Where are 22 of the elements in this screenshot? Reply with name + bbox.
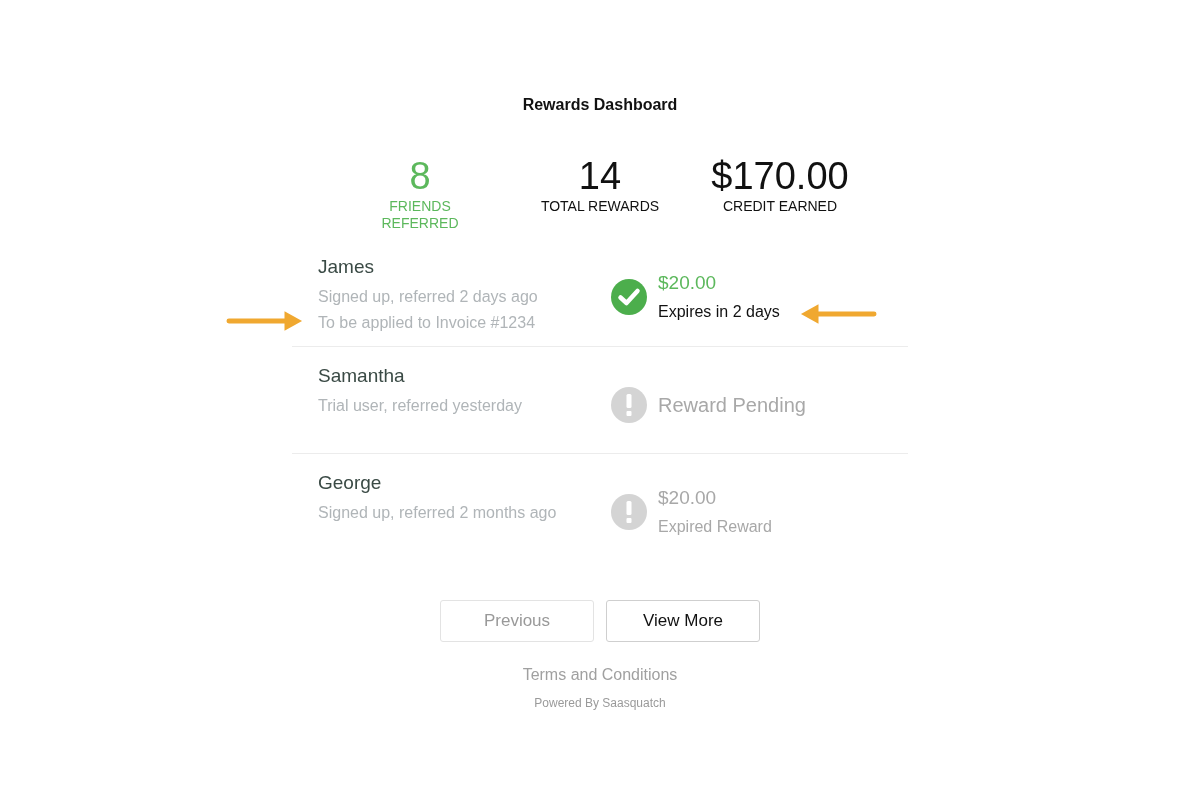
reward-amount: $20.00 [658, 486, 718, 510]
view-more-button[interactable]: View More [606, 600, 760, 642]
reward-amount: $20.00 [658, 271, 718, 295]
reward-status: Reward Pending [658, 393, 806, 418]
powered-by-text: Powered By Saasquatch [534, 696, 666, 710]
reward-status: Expires in 2 days [658, 302, 780, 322]
stat-value: 14 [578, 154, 622, 198]
referral-name: Samantha [318, 367, 406, 385]
terms-link[interactable]: Terms and Conditions [522, 666, 678, 684]
stat-label: FRIENDS REFERRED [380, 198, 460, 232]
referral-detail: To be applied to Invoice #1234 [318, 313, 537, 333]
stat-label: CREDIT EARNED [722, 198, 838, 215]
referral-detail: Trial user, referred yesterday [318, 396, 523, 416]
referral-detail: Signed up, referred 2 days ago [318, 287, 539, 307]
dashboard-title: Rewards Dashboard [522, 96, 678, 114]
referral-detail: Signed up, referred 2 months ago [318, 503, 558, 523]
referral-name: James [318, 258, 375, 276]
stat-value: 8 [409, 154, 431, 198]
referral-name: George [318, 474, 383, 492]
stat-label: TOTAL REWARDS [540, 198, 660, 215]
reward-status: Expired Reward [658, 517, 772, 537]
stat-value: $170.00 [711, 154, 849, 198]
